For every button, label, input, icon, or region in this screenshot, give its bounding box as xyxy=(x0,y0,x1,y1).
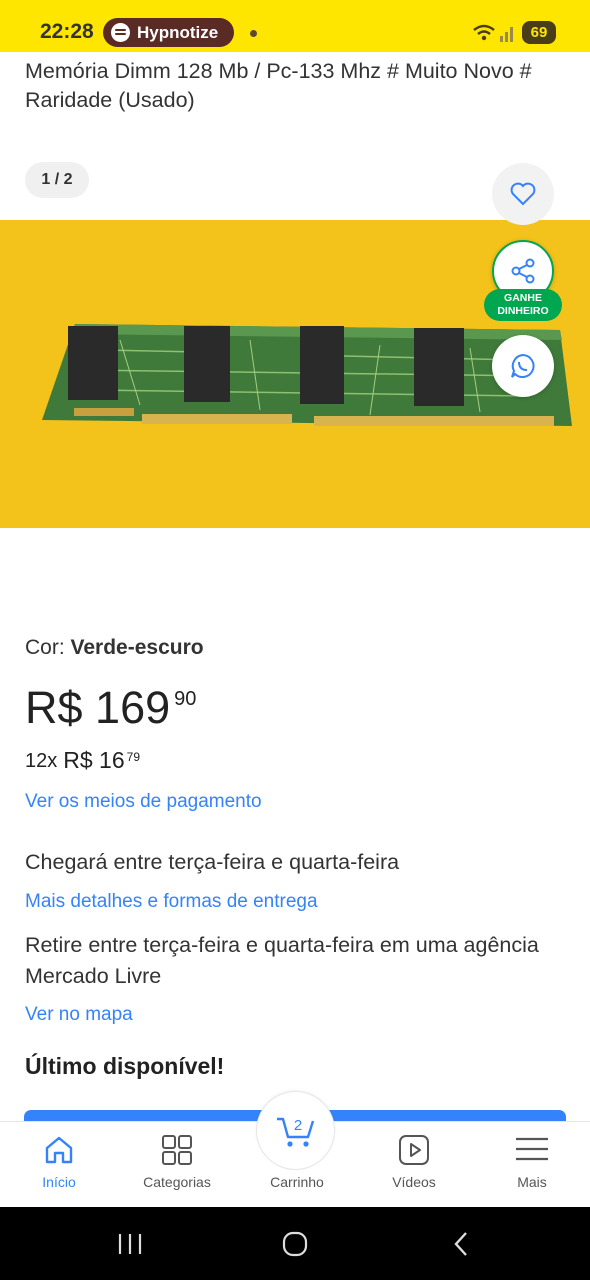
product-title: Memória Dimm 128 Mb / Pc-133 Mhz # Muito… xyxy=(25,59,532,112)
nav-more[interactable]: Mais xyxy=(482,1122,582,1208)
nav-home[interactable]: Início xyxy=(9,1122,109,1208)
nav-categories-label: Categorias xyxy=(143,1174,211,1190)
nav-categories[interactable]: Categorias xyxy=(127,1122,227,1208)
delivery-estimate: Chegará entre terça-feira e quarta-feira xyxy=(25,850,400,874)
favorite-button[interactable] xyxy=(492,163,554,225)
nav-videos[interactable]: Vídeos xyxy=(364,1122,464,1208)
pickup-estimate: Retire entre terça-feira e quarta-feira … xyxy=(25,933,539,988)
status-time: 22:28 xyxy=(40,20,94,43)
home-circle-icon[interactable] xyxy=(282,1231,308,1257)
notification-dot xyxy=(250,30,257,37)
play-icon xyxy=(399,1135,429,1165)
earn-badge-line1: GANHE xyxy=(504,292,542,304)
nav-cart[interactable]: 2 xyxy=(256,1091,335,1170)
cart-icon: 2 xyxy=(276,1117,314,1147)
color-selector[interactable]: Cor: Verde-escuro xyxy=(25,636,204,660)
color-label: Cor: xyxy=(25,636,65,659)
menu-icon xyxy=(516,1137,548,1161)
recent-apps-icon[interactable] xyxy=(117,1232,143,1256)
payment-methods-link[interactable]: Ver os meios de pagamento xyxy=(25,791,262,813)
installments-integer: 16 xyxy=(99,747,125,773)
price-cents: 90 xyxy=(174,688,197,710)
cart-count: 2 xyxy=(293,1117,301,1134)
media-app-name: Hypnotize xyxy=(137,22,219,42)
nav-home-label: Início xyxy=(42,1174,76,1190)
whatsapp-share-button[interactable] xyxy=(492,335,554,397)
earn-money-badge[interactable]: GANHE DINHEIRO xyxy=(484,289,562,321)
home-icon xyxy=(45,1136,73,1164)
back-icon[interactable] xyxy=(452,1231,470,1257)
price: R$ 169 90 xyxy=(25,682,196,734)
stock-status: Último disponível! xyxy=(25,1053,225,1079)
delivery-details-link[interactable]: Mais detalhes e formas de entrega xyxy=(25,891,318,913)
system-navigation-bar xyxy=(0,1207,590,1280)
nav-more-label: Mais xyxy=(517,1174,547,1190)
nav-videos-label: Vídeos xyxy=(392,1174,436,1190)
share-icon xyxy=(511,258,535,284)
earn-badge-line2: DINHEIRO xyxy=(497,305,549,317)
media-playing-chip[interactable]: Hypnotize xyxy=(103,18,234,47)
installments-currency: R$ xyxy=(63,747,93,773)
grid-icon xyxy=(162,1135,192,1165)
status-bar: 22:28 Hypnotize 69 xyxy=(0,0,590,52)
wifi-signal-icon xyxy=(473,24,513,42)
view-map-link[interactable]: Ver no mapa xyxy=(25,1004,133,1026)
spotify-icon xyxy=(111,23,130,42)
image-counter: 1 / 2 xyxy=(25,162,89,198)
nav-cart-label: Carrinho xyxy=(270,1174,324,1190)
whatsapp-icon xyxy=(511,353,535,378)
installments: 12x R$ 16 79 xyxy=(25,747,140,774)
battery-level: 69 xyxy=(522,21,556,44)
installments-cents: 79 xyxy=(126,750,140,764)
installments-count: 12x xyxy=(25,750,58,772)
price-integer: 169 xyxy=(95,682,171,733)
price-currency: R$ xyxy=(25,682,83,733)
heart-icon xyxy=(510,182,536,206)
color-value: Verde-escuro xyxy=(70,636,204,659)
